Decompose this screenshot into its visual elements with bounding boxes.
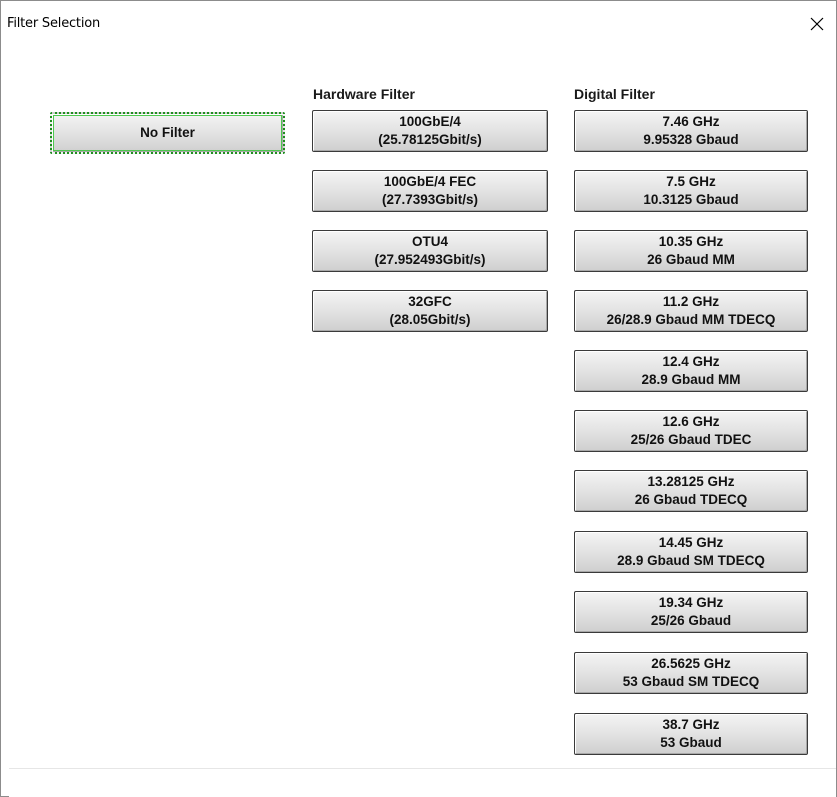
digital-filter-baud: 25/26 Gbaud TDEC: [630, 432, 752, 447]
digital-filter-button[interactable]: 38.7 GHz 53 Gbaud: [574, 713, 808, 755]
digital-filter-button[interactable]: 13.28125 GHz 26 Gbaud TDECQ: [574, 470, 808, 512]
hardware-filter-button[interactable]: OTU4 (27.952493Gbit/s): [312, 230, 548, 272]
title-bar: Filter Selection: [1, 1, 836, 45]
digital-filter-frequency: 38.7 GHz: [662, 717, 720, 732]
close-button[interactable]: [798, 9, 836, 39]
digital-filter-button[interactable]: 26.5625 GHz 53 Gbaud SM TDECQ: [574, 652, 808, 694]
digital-filter-frequency: 7.5 GHz: [666, 174, 716, 189]
digital-filter-baud: 26 Gbaud MM: [647, 252, 735, 267]
digital-filter-button[interactable]: 14.45 GHz 28.9 Gbaud SM TDECQ: [574, 531, 808, 573]
digital-filter-frequency: 12.4 GHz: [662, 354, 720, 369]
digital-filter-button[interactable]: 19.34 GHz 25/26 Gbaud: [574, 591, 808, 633]
hardware-filter-rate: (28.05Gbit/s): [389, 312, 471, 327]
hardware-filter-button[interactable]: 32GFC (28.05Gbit/s): [312, 290, 548, 332]
digital-filter-baud: 9.95328 Gbaud: [643, 132, 739, 147]
digital-filter-frequency: 12.6 GHz: [662, 414, 720, 429]
hardware-filter-button[interactable]: 100GbE/4 FEC (27.7393Gbit/s): [312, 170, 548, 212]
digital-filter-frequency: 14.45 GHz: [658, 535, 724, 550]
digital-filter-baud: 26/28.9 Gbaud MM TDECQ: [606, 312, 776, 327]
hardware-filter-rate: (27.952493Gbit/s): [374, 252, 486, 267]
digital-filter-frequency: 11.2 GHz: [662, 294, 720, 309]
close-icon: [810, 17, 824, 31]
no-filter-button[interactable]: No Filter: [50, 112, 285, 154]
digital-filter-heading: Digital Filter: [574, 86, 655, 102]
digital-filter-baud: 28.9 Gbaud MM: [641, 372, 741, 387]
digital-filter-baud: 53 Gbaud SM TDECQ: [622, 674, 760, 689]
digital-filter-frequency: 19.34 GHz: [658, 595, 724, 610]
digital-filter-button[interactable]: 12.4 GHz 28.9 Gbaud MM: [574, 350, 808, 392]
hardware-filter-heading: Hardware Filter: [313, 86, 415, 102]
digital-filter-frequency: 10.35 GHz: [658, 234, 724, 249]
hardware-filter-rate: (25.78125Gbit/s): [378, 132, 482, 147]
digital-filter-button[interactable]: 10.35 GHz 26 Gbaud MM: [574, 230, 808, 272]
digital-filter-baud: 25/26 Gbaud: [650, 613, 732, 628]
digital-filter-button[interactable]: 12.6 GHz 25/26 Gbaud TDEC: [574, 410, 808, 452]
hardware-filter-name: 32GFC: [408, 294, 452, 309]
dialog-content: No Filter Hardware Filter 100GbE/4 (25.7…: [1, 45, 836, 770]
digital-filter-baud: 26 Gbaud TDECQ: [634, 492, 748, 507]
digital-filter-baud: 10.3125 Gbaud: [643, 192, 739, 207]
no-filter-label: No Filter: [140, 125, 195, 140]
dialog-bottom-edge: [9, 768, 836, 797]
digital-filter-frequency: 26.5625 GHz: [651, 656, 731, 671]
digital-filter-button[interactable]: 11.2 GHz 26/28.9 Gbaud MM TDECQ: [574, 290, 808, 332]
digital-filter-baud: 28.9 Gbaud SM TDECQ: [617, 553, 765, 568]
hardware-filter-button[interactable]: 100GbE/4 (25.78125Gbit/s): [312, 110, 548, 152]
digital-filter-baud: 53 Gbaud: [660, 735, 722, 750]
hardware-filter-name: 100GbE/4: [399, 114, 461, 129]
digital-filter-frequency: 7.46 GHz: [662, 114, 720, 129]
filter-selection-dialog: Filter Selection No Filter Hardware Filt…: [0, 0, 837, 797]
digital-filter-button[interactable]: 7.46 GHz 9.95328 Gbaud: [574, 110, 808, 152]
digital-filter-frequency: 13.28125 GHz: [647, 474, 735, 489]
hardware-filter-name: 100GbE/4 FEC: [383, 174, 477, 189]
digital-filter-button[interactable]: 7.5 GHz 10.3125 Gbaud: [574, 170, 808, 212]
hardware-filter-rate: (27.7393Gbit/s): [381, 192, 479, 207]
window-title: Filter Selection: [7, 16, 101, 31]
hardware-filter-name: OTU4: [411, 234, 448, 249]
